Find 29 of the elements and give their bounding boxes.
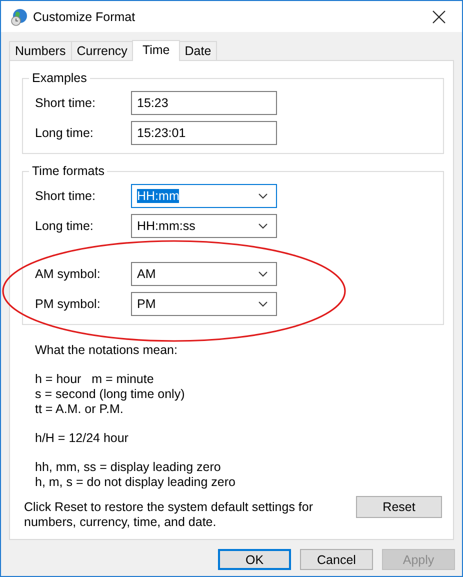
tab[interactable]: Date: [178, 41, 218, 60]
notation-text: tt = A.M. or P.M.: [35, 402, 124, 417]
dropdown[interactable]: HH:mm: [131, 184, 277, 208]
reset-description: Click Reset to restore the system default settings for numbers, currency, time, and date.: [24, 500, 314, 530]
notes-heading: What the notations mean:: [35, 343, 178, 358]
cancel-button[interactable]: Cancel: [300, 549, 373, 570]
field-label: AM symbol:: [35, 267, 102, 281]
field-label: Long time:: [35, 219, 94, 233]
tab[interactable]: Numbers: [9, 41, 72, 60]
group-title: Examples: [31, 71, 88, 85]
group-title: Time formats: [31, 164, 106, 178]
apply-button: Apply: [382, 549, 455, 570]
notation-text: hh, mm, ss = display leading zero: [35, 460, 222, 475]
ok-button[interactable]: OK: [218, 549, 291, 570]
field-label: PM symbol:: [35, 297, 102, 311]
dropdown[interactable]: HH:mm:ss: [131, 214, 277, 238]
notation-text: h/H = 12/24 hour: [35, 431, 130, 446]
field-label: Short time:: [35, 189, 96, 203]
notation-text: s = second (long time only): [35, 387, 186, 402]
notation-text: h, m, s = do not display leading zero: [35, 475, 236, 490]
field-label: Short time:: [35, 96, 96, 110]
tab[interactable]: Time: [132, 40, 180, 61]
dropdown[interactable]: AM: [131, 262, 277, 286]
reset-button[interactable]: Reset: [356, 496, 442, 518]
window-title: Customize Format: [33, 10, 136, 24]
field-label: Long time:: [35, 126, 94, 140]
notation-text: h = hour m = minute: [35, 372, 155, 387]
dropdown[interactable]: PM: [131, 292, 277, 316]
tab[interactable]: Currency: [70, 41, 134, 60]
